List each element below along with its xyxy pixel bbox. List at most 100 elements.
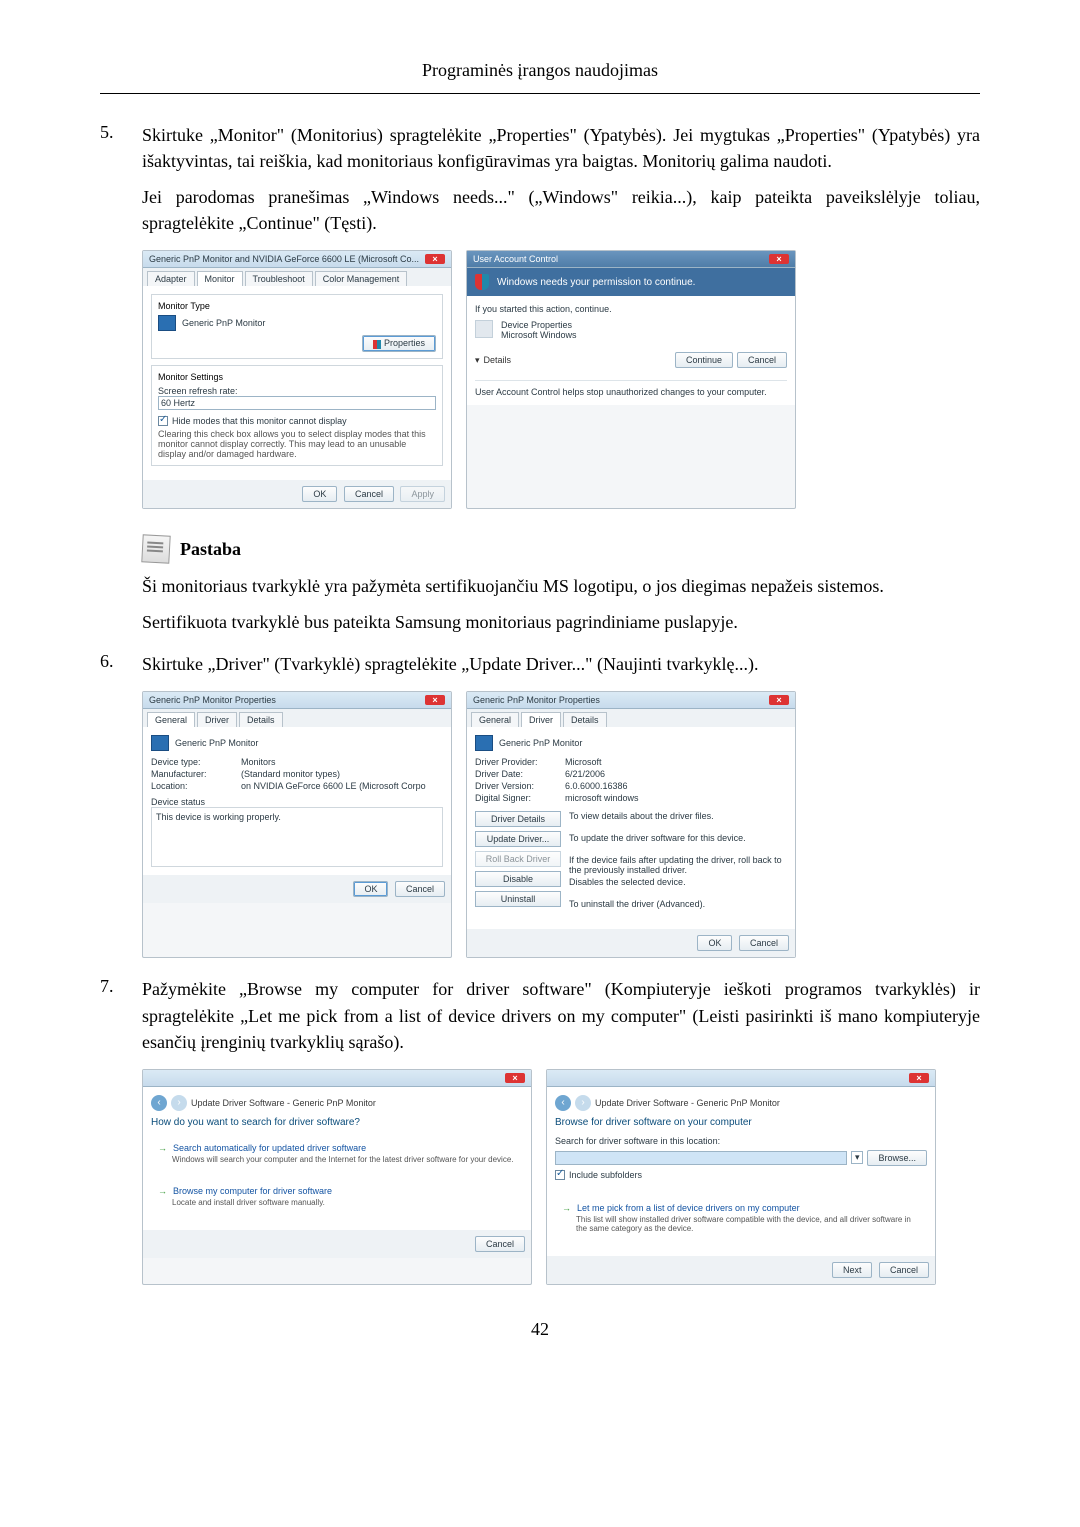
monitor-settings-legend: Monitor Settings <box>158 372 436 382</box>
kv-k-1: Driver Date: <box>475 769 565 779</box>
cancel-button[interactable]: Cancel <box>475 1236 525 1252</box>
monitor-icon <box>475 735 493 751</box>
tab-adapter[interactable]: Adapter <box>147 271 195 286</box>
device-status-label: Device status <box>151 797 443 807</box>
uac-item-1: Device Properties <box>501 320 577 330</box>
back-icon[interactable]: ‹ <box>555 1095 571 1111</box>
uninstall-desc: To uninstall the driver (Advanced). <box>569 899 787 921</box>
fig6l-title: Generic PnP Monitor Properties <box>149 695 276 705</box>
uac-title: User Account Control <box>473 254 558 264</box>
kv-v-0: Monitors <box>241 757 276 767</box>
kv-k-0: Device type: <box>151 757 241 767</box>
driver-details-desc: To view details about the driver files. <box>569 811 787 833</box>
rollback-driver-button: Roll Back Driver <box>475 851 561 867</box>
close-icon[interactable]: × <box>425 695 445 705</box>
step-5-number: 5. <box>100 122 142 236</box>
ok-button[interactable]: OK <box>353 881 388 897</box>
rollback-desc: If the device fails after updating the d… <box>569 855 787 877</box>
kv-v-2: on NVIDIA GeForce 6600 LE (Microsoft Cor… <box>241 781 426 791</box>
search-label: Search for driver software in this locat… <box>555 1136 927 1146</box>
close-icon[interactable]: × <box>769 254 789 264</box>
uac-continue-text: If you started this action, continue. <box>475 304 787 314</box>
monitor-type-legend: Monitor Type <box>158 301 436 311</box>
hide-modes-warning: Clearing this check box allows you to se… <box>158 429 436 459</box>
kv-k-0: Driver Provider: <box>475 757 565 767</box>
hide-modes-checkbox[interactable] <box>158 416 168 426</box>
ok-button[interactable]: OK <box>697 935 732 951</box>
disable-desc: Disables the selected device. <box>569 877 787 899</box>
cancel-button[interactable]: Cancel <box>739 935 789 951</box>
tab-driver[interactable]: Driver <box>197 712 237 727</box>
wizard-title: How do you want to search for driver sof… <box>151 1117 523 1128</box>
include-subfolders-label: Include subfolders <box>569 1170 642 1180</box>
refresh-label: Screen refresh rate: <box>158 386 436 396</box>
close-icon[interactable]: × <box>909 1073 929 1083</box>
apply-button: Apply <box>400 486 445 502</box>
tab-driver[interactable]: Driver <box>521 712 561 727</box>
kv-v-0: Microsoft <box>565 757 602 767</box>
properties-button[interactable]: Properties <box>362 335 436 351</box>
uac-banner-text: Windows needs your permission to continu… <box>497 277 695 288</box>
step-6-number: 6. <box>100 651 142 677</box>
cancel-button[interactable]: Cancel <box>395 881 445 897</box>
monitor-type-value: Generic PnP Monitor <box>182 318 265 328</box>
hide-modes-label: Hide modes that this monitor cannot disp… <box>172 416 347 426</box>
forward-icon: › <box>171 1095 187 1111</box>
search-auto-desc: Windows will search your computer and th… <box>172 1155 516 1164</box>
header-rule <box>100 93 980 94</box>
note-label: Pastaba <box>180 539 241 560</box>
pick-from-list-desc: This list will show installed driver sof… <box>576 1215 920 1233</box>
chevron-down-icon: ▾ <box>475 355 480 366</box>
note-icon <box>141 534 170 563</box>
continue-button[interactable]: Continue <box>675 352 733 368</box>
tab-general[interactable]: General <box>147 712 195 727</box>
page-header: Programinės įrangos naudojimas <box>100 60 980 89</box>
step-6-text: Skirtuke „Driver" (Tvarkyklė) spragtelėk… <box>142 651 980 677</box>
crumb-text: Update Driver Software - Generic PnP Mon… <box>191 1098 376 1108</box>
cancel-button[interactable]: Cancel <box>737 352 787 368</box>
cancel-button[interactable]: Cancel <box>879 1262 929 1278</box>
next-button[interactable]: Next <box>832 1262 873 1278</box>
wizard-title: Browse for driver software on your compu… <box>555 1117 927 1128</box>
kv-k-2: Driver Version: <box>475 781 565 791</box>
update-driver-desc: To update the driver software for this d… <box>569 833 787 855</box>
driver-details-button[interactable]: Driver Details <box>475 811 561 827</box>
close-icon[interactable]: × <box>769 695 789 705</box>
refresh-select[interactable]: 60 Hertz <box>158 396 436 410</box>
back-icon[interactable]: ‹ <box>151 1095 167 1111</box>
kv-k-1: Manufacturer: <box>151 769 241 779</box>
disable-button[interactable]: Disable <box>475 871 561 887</box>
include-subfolders-checkbox[interactable] <box>555 1170 565 1180</box>
page-number: 42 <box>100 1319 980 1340</box>
cancel-button[interactable]: Cancel <box>344 486 394 502</box>
tab-details[interactable]: Details <box>563 712 607 727</box>
close-icon[interactable]: × <box>505 1073 525 1083</box>
step-7-text: Pažymėkite „Browse my computer for drive… <box>142 976 980 1054</box>
monitor-icon <box>151 735 169 751</box>
fig5l-title: Generic PnP Monitor and NVIDIA GeForce 6… <box>149 254 419 264</box>
kv-v-1: 6/21/2006 <box>565 769 605 779</box>
monitor-icon <box>158 315 176 331</box>
ok-button[interactable]: OK <box>302 486 337 502</box>
update-driver-button[interactable]: Update Driver... <box>475 831 561 847</box>
search-auto-option[interactable]: Search automatically for updated driver … <box>151 1136 523 1171</box>
browse-computer-option[interactable]: Browse my computer for driver software L… <box>151 1179 523 1214</box>
close-icon[interactable]: × <box>425 254 445 264</box>
tab-troubleshoot[interactable]: Troubleshoot <box>245 271 313 286</box>
device-name: Generic PnP Monitor <box>175 738 258 748</box>
browse-button[interactable]: Browse... <box>867 1150 927 1166</box>
details-expander[interactable]: ▾Details <box>475 355 511 366</box>
path-input[interactable] <box>555 1151 847 1165</box>
fig6r-title: Generic PnP Monitor Properties <box>473 695 600 705</box>
shield-icon <box>475 274 489 290</box>
kv-v-1: (Standard monitor types) <box>241 769 340 779</box>
dropdown-icon[interactable]: ▾ <box>851 1151 864 1164</box>
tab-colormgmt[interactable]: Color Management <box>315 271 408 286</box>
tab-details[interactable]: Details <box>239 712 283 727</box>
tab-monitor[interactable]: Monitor <box>197 271 243 286</box>
kv-v-3: microsoft windows <box>565 793 639 803</box>
tab-general[interactable]: General <box>471 712 519 727</box>
uninstall-button[interactable]: Uninstall <box>475 891 561 907</box>
pick-from-list-option[interactable]: Let me pick from a list of device driver… <box>555 1196 927 1240</box>
step-7-number: 7. <box>100 976 142 1054</box>
